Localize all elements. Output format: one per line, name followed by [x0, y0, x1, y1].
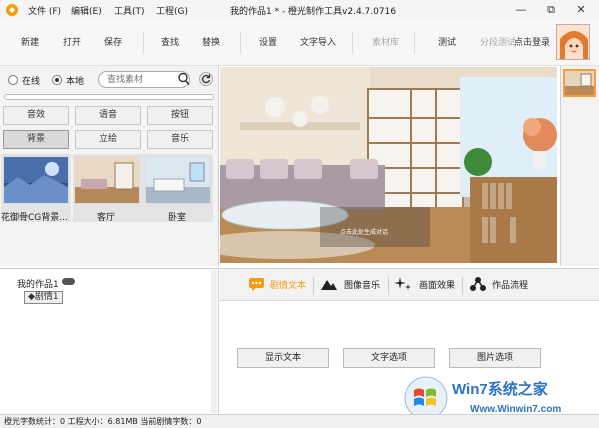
minimize-icon[interactable]: —: [510, 1, 532, 18]
library-button[interactable]: 素材库: [372, 35, 399, 48]
tab-screen-effects[interactable]: 画面效果: [419, 278, 455, 291]
asset-thumb-living-room[interactable]: [74, 156, 140, 204]
tab-divider: [313, 277, 314, 295]
chat-icon: [248, 276, 266, 292]
radio-online[interactable]: [8, 75, 18, 85]
tab-work-flow[interactable]: 作品流程: [492, 278, 528, 291]
toolbar-divider: [352, 32, 353, 54]
toolbar-divider: [240, 32, 241, 54]
title-bar: 文件 (F) 编辑(E) 工具(T) 工程(G) 我的作品1 * - 橙光制作工…: [0, 0, 599, 20]
scene-thumb[interactable]: [563, 69, 596, 97]
preview-caption: 点击此处生成对话: [340, 229, 389, 236]
asset-thumb-label: 卧室: [167, 213, 186, 223]
asset-thumb-bedroom[interactable]: [145, 156, 211, 204]
watermark-title: Win7系统之家: [452, 381, 548, 398]
status-text: 橙光字数统计：0 工程大小：6.81MB 当前剧情字数：0: [4, 417, 202, 426]
menu-tools[interactable]: 工具(T): [114, 4, 145, 17]
asset-thumb-cg[interactable]: [3, 156, 69, 204]
segment-test-button[interactable]: 分段测试: [480, 35, 516, 48]
category-voice[interactable]: 语音: [75, 106, 141, 125]
find-button[interactable]: 查找: [161, 35, 179, 48]
open-button[interactable]: 打开: [63, 35, 81, 48]
toolbar-divider: [414, 32, 415, 54]
tree-node-label: 剧情1: [34, 292, 59, 302]
tab-divider: [462, 277, 463, 295]
refresh-icon[interactable]: [199, 72, 213, 86]
save-button[interactable]: 保存: [104, 35, 122, 48]
category-portrait[interactable]: 立绘: [75, 130, 141, 149]
horizontal-scrollbar[interactable]: [4, 94, 214, 100]
settings-button[interactable]: 设置: [259, 35, 277, 48]
window-title: 我的作品1 * - 橙光制作工具v2.4.7.0716: [230, 7, 397, 17]
radio-local-label: 本地: [66, 77, 85, 87]
search-input[interactable]: [98, 71, 190, 88]
avatar[interactable]: [556, 24, 590, 60]
tab-image-music[interactable]: 图像音乐: [344, 278, 380, 291]
status-bar: 橙光字数统计：0 工程大小：6.81MB 当前剧情字数：0: [0, 414, 599, 428]
test-button[interactable]: 测试: [438, 35, 456, 48]
menu-edit[interactable]: 编辑(E): [71, 4, 102, 17]
mountain-icon: [320, 276, 338, 292]
tab-story-text[interactable]: 剧情文本: [270, 278, 306, 291]
category-music[interactable]: 音乐: [147, 130, 213, 149]
maximize-icon[interactable]: ⧉: [540, 1, 562, 18]
category-sound-effect[interactable]: 音效: [3, 106, 69, 125]
project-tree-panel: 我的作品1 ◆剧情1: [0, 268, 219, 413]
app-logo: [5, 3, 19, 17]
vertical-scrollbar[interactable]: [211, 270, 217, 413]
close-icon[interactable]: ✕: [570, 1, 592, 18]
login-button[interactable]: 点击登录: [514, 35, 550, 48]
editor-tab-bar: 剧情文本 图像音乐 画面效果 作品流程: [220, 268, 599, 301]
new-button[interactable]: 新建: [21, 35, 39, 48]
category-button[interactable]: 按钮: [147, 106, 213, 125]
text-options-button[interactable]: 文字选项: [343, 348, 435, 368]
radio-online-label: 在线: [22, 77, 41, 87]
tab-divider: [388, 277, 389, 295]
category-background[interactable]: 背景: [3, 130, 69, 149]
menu-project[interactable]: 工程(G): [156, 4, 188, 17]
scene-preview[interactable]: 点击此处生成对话: [220, 67, 557, 263]
flow-icon: [469, 276, 487, 292]
toolbar: 新建 打开 保存 查找 替换 设置 文字导入 素材库 测试 分段测试 点击登录: [0, 20, 599, 66]
replace-button[interactable]: 替换: [202, 35, 220, 48]
asset-thumb-label: 客厅: [96, 213, 115, 223]
menu-file[interactable]: 文件 (F): [28, 4, 61, 17]
import-text-button[interactable]: 文字导入: [300, 35, 336, 48]
asset-library-panel: 在线 本地 音效 语音 按钮 背景 立绘 音乐 花御骨CG背景... 客厅 卧室: [0, 66, 219, 266]
radio-local[interactable]: [52, 75, 62, 85]
image-options-button[interactable]: 图片选项: [449, 348, 541, 368]
search-icon[interactable]: [178, 72, 190, 86]
asset-thumb-label: 花御骨CG背景...: [1, 213, 67, 223]
diamond-icon: ◆: [28, 292, 35, 302]
toolbar-divider: [143, 32, 144, 54]
tree-node-chapter[interactable]: ◆剧情1: [24, 291, 63, 304]
tree-collapse-icon[interactable]: [62, 278, 75, 285]
show-text-button[interactable]: 显示文本: [237, 348, 329, 368]
tree-root-project[interactable]: 我的作品1: [17, 277, 59, 290]
sparkle-icon: [394, 276, 412, 292]
